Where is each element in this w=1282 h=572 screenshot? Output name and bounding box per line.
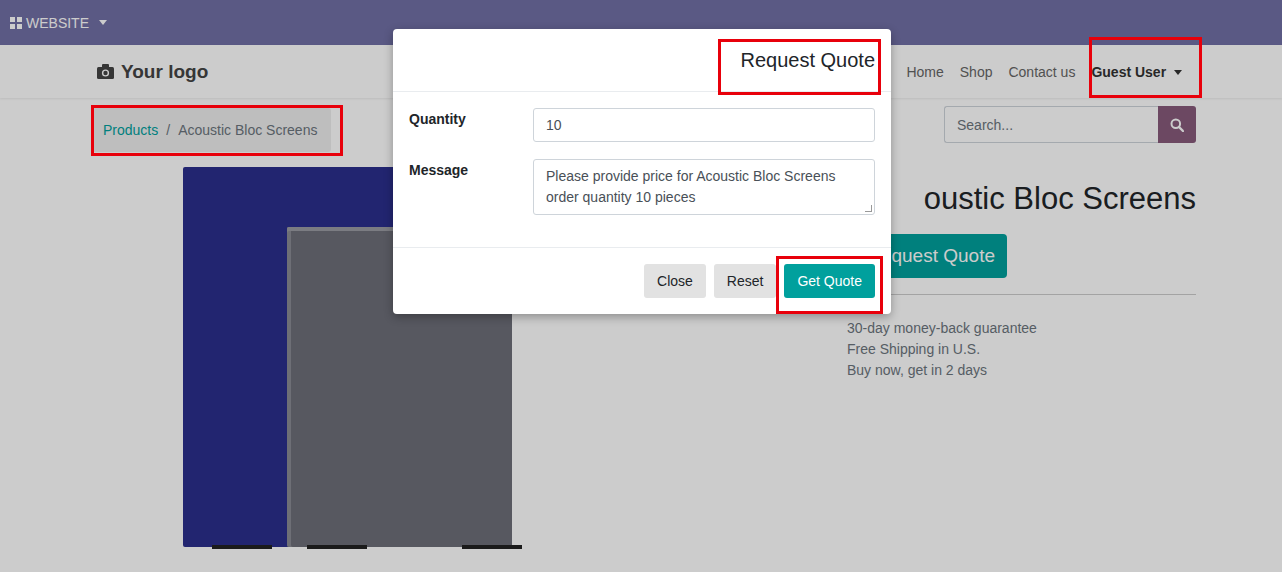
request-quote-dialog: Request QuoteQuantity10MessagePlease pro…	[393, 29, 891, 314]
annotation-box	[1089, 37, 1202, 98]
form-field: Quantity10	[409, 108, 875, 142]
field-label: Quantity	[409, 108, 533, 127]
screen: WEBSITEYour logoHomeShopContact usGuest …	[0, 0, 1282, 572]
dialog-button[interactable]: Get Quote	[784, 264, 875, 298]
annotation-box	[718, 39, 881, 95]
annotation-box	[91, 105, 343, 156]
dialog-title: Request Quote	[740, 45, 875, 75]
form-field: MessagePlease provide price for Acoustic…	[409, 159, 875, 215]
message-textarea[interactable]: Please provide price for Acoustic Bloc S…	[533, 159, 875, 215]
field-label: Message	[409, 159, 533, 178]
annotation-box	[776, 256, 883, 314]
dialog-button[interactable]: Reset	[714, 264, 777, 298]
dialog-button[interactable]: Close	[644, 264, 706, 298]
quantity-input[interactable]: 10	[533, 108, 875, 142]
